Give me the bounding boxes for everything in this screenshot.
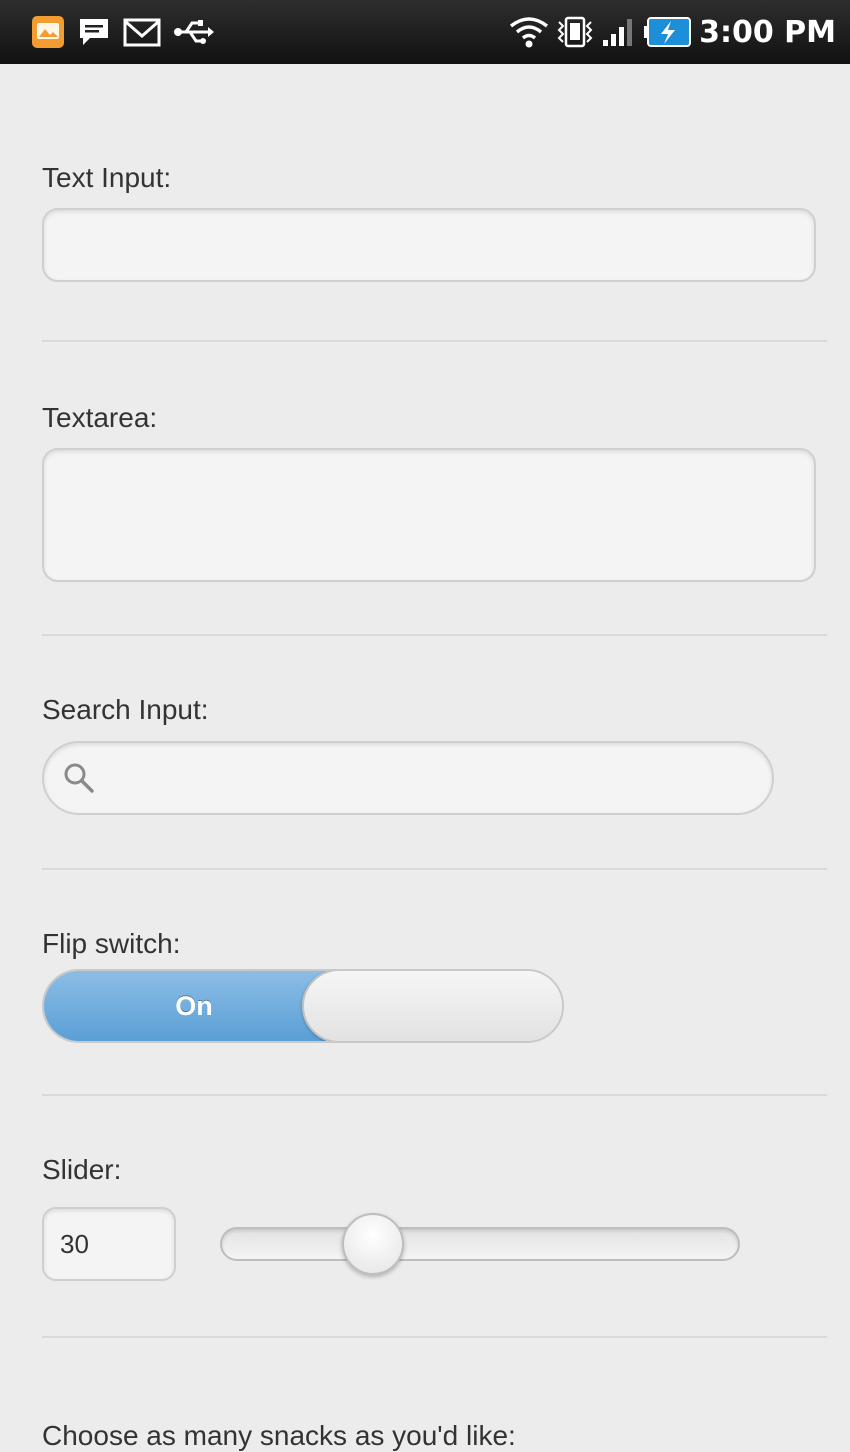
slider-track[interactable] [220,1227,740,1261]
search-icon [62,761,96,795]
slider-label: Slider: [42,1154,122,1185]
flip-switch-knob[interactable] [302,971,562,1041]
gmail-icon [122,14,162,50]
wifi-icon [509,14,549,50]
text-input[interactable] [42,208,816,282]
divider [42,634,827,636]
status-time: 3:00 PM [699,14,836,50]
search-field[interactable] [42,741,774,815]
vibrate-icon [555,14,595,50]
slider-value-input[interactable] [42,1207,176,1281]
divider [42,868,827,870]
textarea-field[interactable] [42,448,816,582]
text-input-label: Text Input: [42,162,172,193]
divider [42,340,827,342]
snacks-label: Choose as many snacks as you'd like: [42,1420,516,1451]
divider [42,1336,827,1338]
app-notification-icon [30,14,66,50]
search-input[interactable] [96,748,772,808]
usb-icon [172,14,216,50]
status-bar-left [30,14,226,50]
divider [42,1094,827,1096]
status-bar: 3:00 PM [0,0,850,64]
status-bar-right: 3:00 PM [503,14,836,50]
flip-switch-on-label: On [44,971,344,1041]
battery-charging-icon [643,14,693,50]
signal-icon [601,14,637,50]
slider-handle[interactable] [342,1213,404,1275]
flip-switch[interactable]: On [42,969,564,1043]
flip-switch-label: Flip switch: [42,928,181,959]
search-input-label: Search Input: [42,694,209,725]
textarea-label: Textarea: [42,402,158,433]
chat-icon [76,14,112,50]
